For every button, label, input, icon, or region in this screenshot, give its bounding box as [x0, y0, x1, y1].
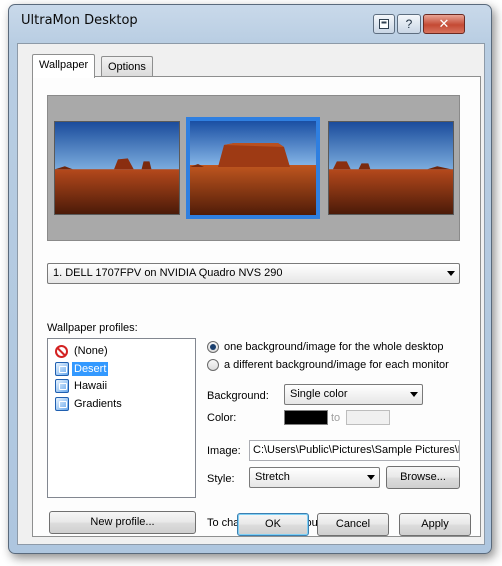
- chevron-down-icon: [367, 475, 375, 480]
- help-button[interactable]: ?: [397, 14, 421, 34]
- monitor-1-thumbnail[interactable]: [186, 117, 320, 219]
- image-path-input[interactable]: C:\Users\Public\Pictures\Sample Pictures…: [249, 440, 460, 461]
- color-label: Color:: [207, 412, 237, 424]
- chevron-down-icon: [447, 271, 455, 276]
- no-entry-icon: [55, 344, 68, 358]
- color-from-swatch[interactable]: [284, 410, 328, 425]
- radio-each-monitor-label: a different background/image for each mo…: [224, 359, 449, 371]
- wallpaper-profiles-label: Wallpaper profiles:: [47, 322, 138, 334]
- chevron-down-icon: [410, 392, 418, 397]
- list-item-gradients[interactable]: Gradients: [55, 396, 124, 412]
- list-item-label: Hawaii: [74, 380, 108, 392]
- profile-icon: [55, 397, 69, 411]
- color-to-swatch[interactable]: [346, 410, 390, 425]
- window-title: UltraMon Desktop: [21, 13, 138, 28]
- profile-icon: [55, 362, 69, 376]
- apply-button[interactable]: Apply: [399, 513, 471, 536]
- desert-wallpaper-image: [55, 122, 179, 214]
- help-page-icon: [379, 19, 389, 29]
- radio-each-monitor[interactable]: a different background/image for each mo…: [207, 359, 449, 371]
- background-label: Background:: [207, 390, 269, 402]
- ultramon-desktop-window: UltraMon Desktop ? ✕ Wallpaper Options 1…: [8, 4, 492, 554]
- dialog-client-area: Wallpaper Options 1. DELL 1707FPV on NVI…: [17, 43, 485, 545]
- list-item-label: Gradients: [74, 398, 122, 410]
- monitor-select-value: 1. DELL 1707FPV on NVIDIA Quadro NVS 290: [53, 267, 283, 279]
- background-type-value: Single color: [290, 388, 348, 400]
- list-item-label: Desert: [72, 362, 109, 376]
- monitor-2-thumbnail[interactable]: [328, 121, 454, 215]
- tab-options[interactable]: Options: [101, 56, 153, 78]
- radio-button-checked: [207, 341, 219, 353]
- wallpaper-profiles-list[interactable]: (None) Desert Hawaii Gradients: [47, 338, 196, 498]
- radio-whole-desktop-label: one background/image for the whole deskt…: [224, 341, 444, 353]
- ok-button[interactable]: OK: [237, 513, 309, 536]
- list-item-label: (None): [74, 345, 108, 357]
- close-button[interactable]: ✕: [423, 14, 465, 34]
- cancel-button[interactable]: Cancel: [317, 513, 389, 536]
- radio-whole-desktop[interactable]: one background/image for the whole deskt…: [207, 341, 444, 353]
- list-item-desert[interactable]: Desert: [55, 361, 109, 377]
- title-bar[interactable]: UltraMon Desktop ? ✕: [9, 5, 491, 35]
- background-type-select[interactable]: Single color: [284, 384, 423, 405]
- style-label: Style:: [207, 473, 235, 485]
- profile-icon: [55, 379, 69, 393]
- list-item-hawaii[interactable]: Hawaii: [55, 378, 109, 394]
- browse-button[interactable]: Browse...: [386, 466, 460, 489]
- tab-wallpaper[interactable]: Wallpaper: [32, 54, 96, 78]
- monitor-select[interactable]: 1. DELL 1707FPV on NVIDIA Quadro NVS 290: [47, 263, 460, 284]
- style-select[interactable]: Stretch: [249, 467, 380, 488]
- monitor-3-thumbnail[interactable]: [54, 121, 180, 215]
- image-label: Image:: [207, 445, 241, 457]
- monitor-preview-area: [47, 95, 460, 241]
- style-select-value: Stretch: [255, 471, 290, 483]
- desert-wallpaper-image: [329, 122, 453, 214]
- radio-button: [207, 359, 219, 371]
- list-item-none[interactable]: (None): [55, 343, 110, 359]
- wallpaper-tab-panel: 1. DELL 1707FPV on NVIDIA Quadro NVS 290…: [32, 76, 481, 537]
- new-profile-button[interactable]: New profile...: [49, 511, 196, 534]
- context-help-icon[interactable]: [373, 14, 395, 34]
- color-to-label: to: [331, 412, 341, 424]
- desert-wallpaper-image: [190, 121, 316, 215]
